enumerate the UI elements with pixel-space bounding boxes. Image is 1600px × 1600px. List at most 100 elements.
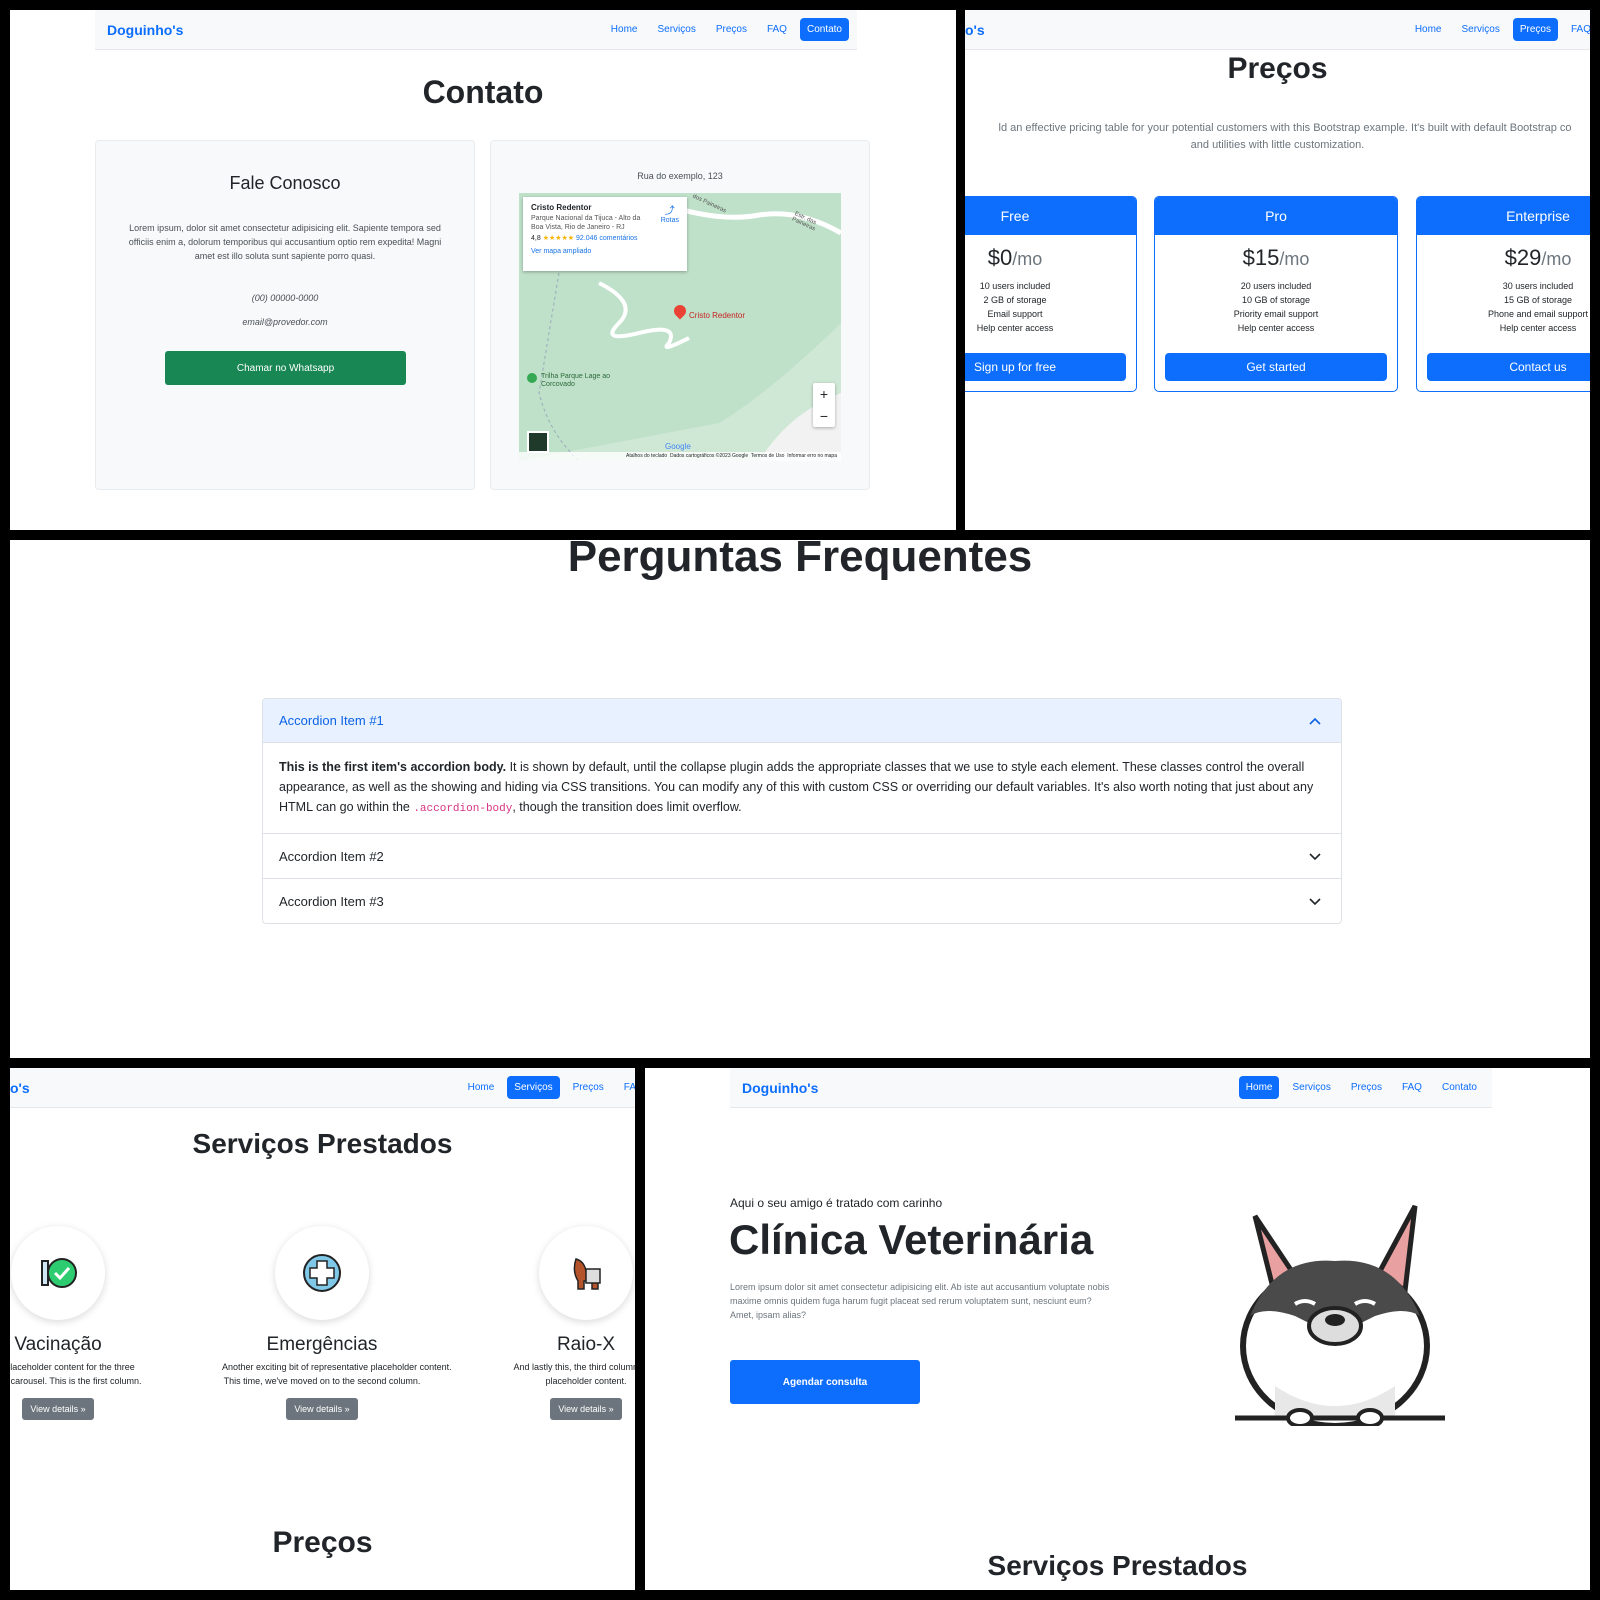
larger-map-link[interactable]: Ver mapa ampliado xyxy=(531,247,679,256)
accordion-header-1[interactable]: Accordion Item #1 xyxy=(263,699,1341,743)
zoom-out-button[interactable]: − xyxy=(813,405,835,427)
page-title: Contato xyxy=(422,74,544,110)
plan-name: Pro xyxy=(1155,197,1397,235)
contact-card: Fale Conosco Lorem ipsum, dolor sit amet… xyxy=(95,140,475,490)
feature: 10 GB of storage xyxy=(1241,295,1311,305)
nav-contato[interactable]: Contato xyxy=(799,18,849,41)
brand-link[interactable]: Doguinho's xyxy=(107,22,183,38)
nav-faq[interactable]: FAQ xyxy=(1564,18,1590,41)
feature: Help center access xyxy=(1237,323,1315,333)
nav-faq[interactable]: FA xyxy=(617,1076,635,1099)
plan-price: $15/mo xyxy=(1155,245,1397,271)
map-footer: Atalhos do teclado Dados cartográficos ©… xyxy=(519,452,841,461)
body-text-2: , though the transition does limit overf… xyxy=(512,800,742,814)
google-logo: Google xyxy=(665,442,691,451)
syringe-check-svg xyxy=(41,1258,77,1288)
plan-price: $29/mo xyxy=(1417,245,1590,271)
faq-panel: Perguntas Frequentes Accordion Item #1 T… xyxy=(10,540,1590,1058)
service-emergencias: Emergências Another exciting bit of repr… xyxy=(222,1226,452,1420)
nav-home[interactable]: Home xyxy=(461,1076,502,1099)
service-text-2: elow the carousel. This is the first col… xyxy=(10,1376,142,1386)
price-period: /mo xyxy=(1279,249,1310,269)
service-name: Raio-X xyxy=(556,1334,616,1355)
contact-us-button[interactable]: Contact us xyxy=(1427,353,1590,381)
nav-links: Home Serviços Preços FAQ Contato xyxy=(1238,1076,1484,1099)
brand-link[interactable]: Doguinho's xyxy=(742,1080,818,1096)
get-started-button[interactable]: Get started xyxy=(1165,353,1387,381)
google-map[interactable]: Cristo Redentor Parque Nacional da Tijuc… xyxy=(519,193,841,461)
nav-faq[interactable]: FAQ xyxy=(760,18,794,41)
nav-contato[interactable]: Contato xyxy=(1435,1076,1484,1099)
navbar: o's Home Serviços Preços FA xyxy=(10,1068,635,1108)
nav-precos[interactable]: Preços xyxy=(1512,18,1558,41)
view-details-button[interactable]: View details » xyxy=(550,1398,622,1420)
nav-servicos[interactable]: Serviços xyxy=(650,18,702,41)
feature: Phone and email support xyxy=(1487,309,1589,319)
feature-list: 20 users included 10 GB of storage Prior… xyxy=(1155,279,1397,335)
nav-links: Home Serviços Preços FAQ Contato xyxy=(604,18,849,41)
zoom-in-button[interactable]: + xyxy=(813,383,835,405)
trail-pin-icon xyxy=(527,373,537,383)
reviews-link[interactable]: 92.046 comentários xyxy=(576,235,637,242)
satellite-toggle[interactable] xyxy=(527,431,549,453)
feature-list: 30 users included 15 GB of storage Phone… xyxy=(1417,279,1590,335)
plan-pro: Pro $15/mo 20 users included 10 GB of st… xyxy=(1154,196,1398,392)
feature: Help center access xyxy=(976,323,1054,333)
dog-xray-svg xyxy=(573,1258,601,1290)
view-details-button[interactable]: View details » xyxy=(286,1398,358,1420)
footer-terms[interactable]: Termos de Uso xyxy=(751,453,785,459)
service-text-1: Another exciting bit of representative p… xyxy=(222,1362,452,1372)
nav-servicos[interactable]: Serviços xyxy=(1455,18,1507,41)
nav-servicos[interactable]: Serviços xyxy=(507,1076,560,1099)
accordion-header-2[interactable]: Accordion Item #2 xyxy=(263,834,1341,878)
next-section-title: Serviços Prestados xyxy=(987,1550,1248,1581)
home-panel: Doguinho's Home Serviços Preços FAQ Cont… xyxy=(645,1068,1590,1590)
plan-name: Enterprise xyxy=(1417,197,1590,235)
feature: 2 GB of storage xyxy=(983,295,1047,305)
service-name: Vacinação xyxy=(14,1334,102,1355)
price-period: /mo xyxy=(1541,249,1572,269)
feature: 15 GB of storage xyxy=(1503,295,1573,305)
chevron-down-icon xyxy=(1309,853,1321,861)
nav-faq[interactable]: FAQ xyxy=(1395,1076,1429,1099)
service-text-1: And lastly this, the third column of re xyxy=(513,1362,635,1372)
view-details-button[interactable]: View details » xyxy=(22,1398,94,1420)
feature: Help center access xyxy=(1499,323,1577,333)
signup-button[interactable]: Sign up for free xyxy=(965,353,1126,381)
nav-links: Home Serviços Preços FAQ xyxy=(1408,18,1590,41)
hero-text: Lorem ipsum dolor sit amet consectetur a… xyxy=(730,1282,1110,1320)
nav-home[interactable]: Home xyxy=(604,18,645,41)
brand-link[interactable]: o's xyxy=(965,22,985,38)
chevron-up-icon xyxy=(1309,717,1321,725)
nav-home[interactable]: Home xyxy=(1408,18,1449,41)
accordion-label: Accordion Item #1 xyxy=(279,713,384,728)
nav-precos[interactable]: Preços xyxy=(1344,1076,1389,1099)
service-vacinacao: Vacinação tative placeholder content for… xyxy=(10,1226,158,1420)
xray-icon xyxy=(539,1226,633,1320)
footer-keys[interactable]: Atalhos do teclado xyxy=(626,453,667,459)
accordion-body: This is the first item's accordion body.… xyxy=(263,743,1341,833)
contato-panel: Doguinho's Home Serviços Preços FAQ Cont… xyxy=(10,10,956,530)
accordion-label: Accordion Item #2 xyxy=(279,848,384,864)
nav-precos[interactable]: Preços xyxy=(566,1076,611,1099)
brand-link[interactable]: o's xyxy=(10,1080,30,1096)
footer-report[interactable]: Informar erro no mapa xyxy=(787,453,837,459)
routes-label: Rotas xyxy=(660,217,679,224)
map-info-box: Cristo Redentor Parque Nacional da Tijuc… xyxy=(523,197,687,271)
feature: 10 users included xyxy=(979,281,1051,291)
accordion-header-3[interactable]: Accordion Item #3 xyxy=(263,879,1341,923)
nav-precos[interactable]: Preços xyxy=(709,18,754,41)
zoom-controls: + − xyxy=(813,383,835,427)
nav-servicos[interactable]: Serviços xyxy=(1285,1076,1337,1099)
routes-button[interactable]: ⤴ Rotas xyxy=(661,207,679,225)
next-section-title: Preços xyxy=(272,1526,373,1559)
feature: 20 users included xyxy=(1240,281,1312,291)
nav-home[interactable]: Home xyxy=(1238,1076,1280,1099)
trail-label: Trilha Parque Lage ao Corcovado xyxy=(541,373,611,388)
lead-text-2: and utilities with little customization. xyxy=(1190,139,1365,151)
plan-free: Free $0/mo 10 users included 2 GB of sto… xyxy=(965,196,1137,392)
hero-tagline: Aqui o seu amigo é tratado com carinho xyxy=(730,1196,943,1210)
price-period: /mo xyxy=(1012,249,1043,269)
schedule-button[interactable]: Agendar consulta xyxy=(730,1360,920,1404)
whatsapp-button[interactable]: Chamar no Whatsapp xyxy=(165,351,406,385)
